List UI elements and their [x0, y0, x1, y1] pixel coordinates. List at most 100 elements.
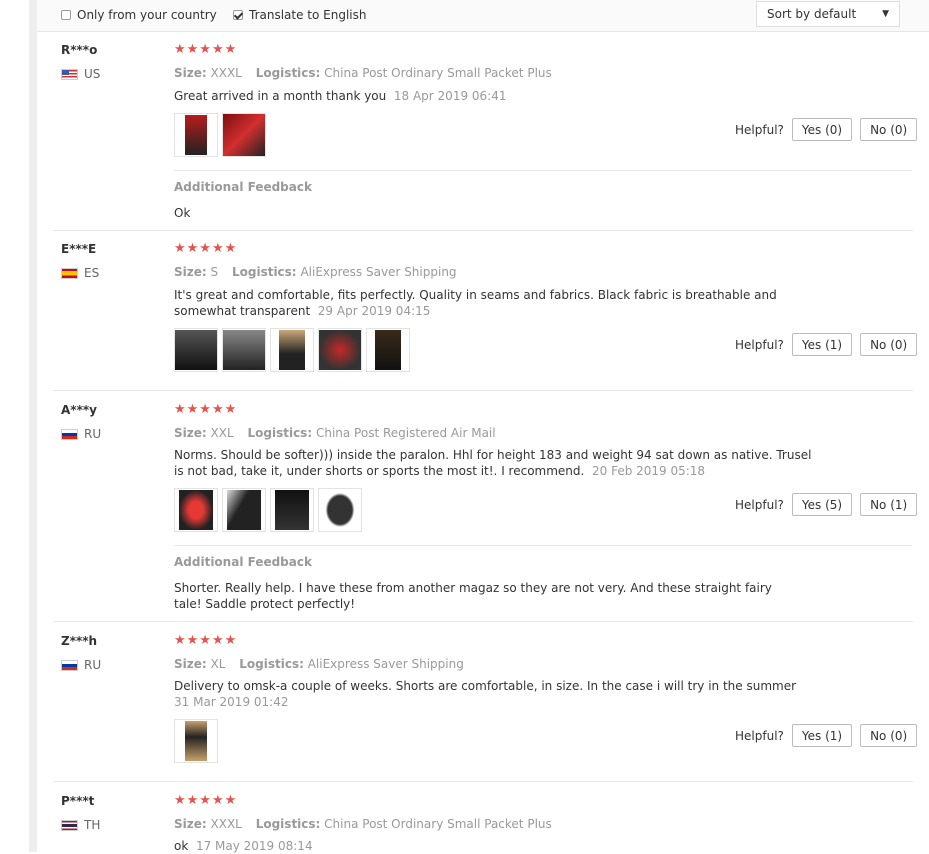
only-from-country-checkbox[interactable]: Only from your country: [61, 8, 217, 22]
size-label: Size:: [174, 657, 207, 671]
review-date: 18 Apr 2019 06:41: [393, 89, 507, 103]
review-meta: Size: XXXL Logistics: China Post Ordinar…: [174, 817, 552, 831]
ru-flag-icon: [61, 428, 78, 440]
country-code: RU: [84, 427, 102, 441]
helpful-label: Helpful?: [735, 122, 784, 137]
review-photo-thumb[interactable]: [318, 328, 362, 372]
size-value: XXL: [210, 426, 234, 440]
reviewer-country: RU: [61, 658, 101, 672]
checkbox-unchecked-icon[interactable]: [61, 10, 71, 20]
logistics-value: AliExpress Saver Shipping: [307, 657, 464, 671]
reviewer-name: R***o: [61, 43, 98, 57]
logistics-label: Logistics:: [247, 426, 313, 440]
logistics-label: Logistics:: [231, 265, 297, 279]
translate-label: Translate to English: [249, 8, 367, 22]
reviewer-country: RU: [61, 427, 101, 441]
size-label: Size:: [174, 817, 207, 831]
review-photo-thumb[interactable]: [270, 488, 314, 532]
size-value: XXXL: [210, 66, 242, 80]
review-meta: Size: XL Logistics: AliExpress Saver Shi…: [174, 657, 464, 671]
sort-select[interactable]: Sort by default ▼: [756, 1, 900, 27]
chevron-down-icon: ▼: [882, 9, 889, 19]
helpful-vote: Helpful? Yes (1) No (0): [735, 724, 918, 747]
review-photo-thumb[interactable]: [174, 328, 218, 372]
size-value: XL: [210, 657, 226, 671]
review-separator: [53, 390, 913, 391]
es-flag-icon: [61, 267, 78, 279]
divider: [174, 170, 912, 171]
helpful-label: Helpful?: [735, 728, 784, 743]
checkbox-checked-icon[interactable]: [233, 10, 243, 20]
review-photos: [174, 488, 362, 532]
reviewer-country: US: [61, 67, 100, 81]
reviews-panel: Only from your country Translate to Engl…: [29, 0, 929, 853]
review-photo-thumb[interactable]: [174, 719, 218, 763]
logistics-label: Logistics:: [255, 66, 321, 80]
review-date: 29 Apr 2019 04:15: [317, 304, 431, 318]
sort-value: Sort by default: [767, 7, 857, 21]
helpful-vote: Helpful? Yes (0) No (0): [735, 118, 918, 141]
review-date: 20 Feb 2019 05:18: [591, 464, 706, 478]
review-meta: Size: XXL Logistics: China Post Register…: [174, 426, 496, 440]
review-body: Delivery to omsk-a couple of weeks. Shor…: [174, 679, 797, 693]
logistics-label: Logistics:: [255, 817, 321, 831]
review-meta: Size: S Logistics: AliExpress Saver Ship…: [174, 265, 457, 279]
size-value: XXXL: [210, 817, 242, 831]
helpful-yes-button[interactable]: Yes (0): [791, 118, 853, 141]
review-body: Norms. Should be softer))) inside the pa…: [174, 448, 812, 478]
helpful-label: Helpful?: [735, 337, 784, 352]
additional-feedback-heading: Additional Feedback: [174, 180, 312, 194]
review-separator: [53, 230, 913, 231]
reviewer-name: A***y: [61, 403, 97, 417]
review-separator: [53, 781, 913, 782]
star-rating: ★★★★★: [174, 402, 238, 417]
logistics-value: AliExpress Saver Shipping: [300, 265, 457, 279]
review-text: Norms. Should be softer))) inside the pa…: [174, 447, 814, 479]
review-photo-thumb[interactable]: [318, 488, 362, 532]
logistics-label: Logistics:: [239, 657, 304, 671]
country-code: US: [84, 67, 101, 81]
helpful-no-button[interactable]: No (0): [860, 118, 918, 141]
size-label: Size:: [174, 66, 207, 80]
reviewer-country: ES: [61, 266, 99, 280]
review-photo-thumb[interactable]: [174, 488, 218, 532]
review-photo-thumb[interactable]: [222, 488, 266, 532]
star-rating: ★★★★★: [174, 633, 238, 648]
review-text: Delivery to omsk-a couple of weeks. Shor…: [174, 678, 814, 710]
size-label: Size:: [174, 265, 207, 279]
only-from-country-label: Only from your country: [77, 8, 217, 22]
reviewer-country: TH: [61, 818, 100, 832]
country-code: TH: [84, 818, 101, 832]
helpful-no-button[interactable]: No (0): [860, 333, 918, 356]
review-photo-thumb[interactable]: [270, 328, 314, 372]
translate-checkbox[interactable]: Translate to English: [233, 8, 367, 22]
th-flag-icon: [61, 819, 78, 831]
review-text: It's great and comfortable, fits perfect…: [174, 287, 814, 319]
review-photos: [174, 719, 218, 763]
reviewer-name: P***t: [61, 794, 95, 808]
review-photo-thumb[interactable]: [174, 113, 218, 157]
helpful-no-button[interactable]: No (0): [860, 724, 918, 747]
country-code: ES: [84, 266, 100, 280]
review-body: ok: [174, 839, 189, 853]
ru-flag-icon: [61, 659, 78, 671]
helpful-vote: Helpful? Yes (1) No (0): [735, 333, 918, 356]
review-filter-bar: Only from your country Translate to Engl…: [37, 0, 929, 32]
review-photo-thumb[interactable]: [222, 328, 266, 372]
review-date: 17 May 2019 08:14: [195, 839, 313, 853]
additional-feedback-text: Shorter. Really help. I have these from …: [174, 581, 772, 611]
reviewer-name: Z***h: [61, 634, 98, 648]
helpful-yes-button[interactable]: Yes (1): [791, 724, 853, 747]
helpful-yes-button[interactable]: Yes (5): [791, 493, 853, 516]
review-body: Great arrived in a month thank you: [174, 89, 387, 103]
logistics-value: China Post Registered Air Mail: [315, 426, 496, 440]
review-body: It's great and comfortable, fits perfect…: [174, 288, 777, 318]
review-text: Great arrived in a month thank you 18 Ap…: [174, 88, 814, 104]
review-photo-thumb[interactable]: [366, 328, 410, 372]
country-code: RU: [84, 658, 102, 672]
helpful-no-button[interactable]: No (1): [860, 493, 918, 516]
helpful-yes-button[interactable]: Yes (1): [791, 333, 853, 356]
size-value: S: [210, 265, 219, 279]
review-separator: [53, 621, 913, 622]
review-photo-thumb[interactable]: [222, 113, 266, 157]
